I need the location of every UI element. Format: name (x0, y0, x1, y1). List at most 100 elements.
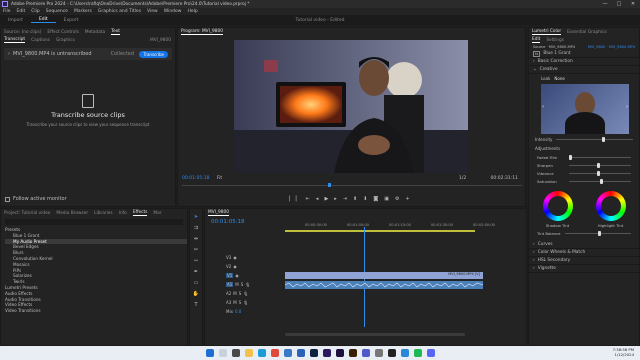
audio-clip[interactable] (285, 281, 483, 289)
eye-icon[interactable]: ◉ (235, 273, 239, 278)
fx-toggle-icon[interactable]: fx (533, 50, 541, 57)
step-forward-icon[interactable]: ▸ (334, 196, 337, 202)
mix-value[interactable]: 0.0 (235, 309, 241, 314)
color-wheels-section[interactable]: › Color Wheels & Match (529, 249, 639, 257)
menu-help[interactable]: Help (187, 9, 197, 14)
extract-icon[interactable]: ⬇ (363, 196, 367, 202)
step-back-icon[interactable]: ◂ (316, 196, 319, 202)
start-icon[interactable] (205, 349, 214, 357)
lumetri-sequence[interactable]: MVI_9800 · MVI_9800.MP4 (588, 45, 635, 49)
tab-text[interactable]: Text (111, 29, 120, 35)
tab-captions[interactable]: Captions (31, 38, 50, 43)
mic-icon[interactable]: 🎙 (243, 291, 248, 296)
follow-checkbox[interactable] (5, 196, 10, 202)
store-icon[interactable] (283, 349, 292, 357)
tab-essential-graphics[interactable]: Essential Graphics (567, 30, 607, 35)
go-to-out-icon[interactable]: ⇥ (343, 196, 347, 202)
menu-window[interactable]: Window (164, 9, 182, 14)
type-tool-icon[interactable]: T (194, 302, 197, 308)
premiere-icon[interactable] (322, 349, 331, 357)
menu-edit[interactable]: Edit (17, 9, 26, 14)
hsl-secondary-section[interactable]: › HSL Secondary (529, 257, 639, 265)
track-select-icon[interactable]: ⇉ (194, 225, 198, 231)
eye-icon[interactable]: ◉ (233, 264, 237, 269)
tab-lumetri-settings[interactable]: Settings (546, 38, 564, 43)
mute-icon[interactable]: M (233, 291, 236, 296)
adjustments-label[interactable]: Adjustments (529, 144, 639, 153)
work-area-bar[interactable] (285, 230, 475, 232)
close-button[interactable]: ✕ (626, 0, 640, 8)
look-dropdown[interactable]: None (554, 76, 564, 81)
basic-correction-section[interactable]: › Basic Correction (529, 58, 639, 66)
timeline-scrollbar[interactable] (285, 333, 465, 336)
vibrance-slider[interactable] (569, 170, 631, 176)
edge-icon[interactable] (257, 349, 266, 357)
mark-in-icon[interactable]: ▕ (286, 196, 290, 202)
tab-info[interactable]: Info (119, 211, 127, 216)
settings-icon[interactable] (374, 349, 383, 357)
fit-dropdown[interactable]: Fit (217, 176, 222, 181)
export-frame-icon[interactable]: ◙ (373, 196, 378, 202)
look-preview[interactable]: ‹ › (541, 84, 629, 134)
tab-transcript[interactable]: Transcript (4, 37, 26, 43)
tab-effect-controls[interactable]: Effect Controls (47, 30, 79, 35)
expand-icon[interactable]: › (8, 51, 10, 57)
playhead-bar[interactable] (182, 185, 522, 186)
rectangle-tool-icon[interactable]: ▭ (194, 280, 199, 286)
aftereffects-icon[interactable] (335, 349, 344, 357)
mute-icon[interactable]: M (235, 282, 238, 287)
illustrator-icon[interactable] (348, 349, 357, 357)
go-to-in-icon[interactable]: ⇤ (306, 196, 310, 202)
tab-source[interactable]: Source: (no clips) (4, 30, 41, 35)
solo-icon[interactable]: S (239, 300, 242, 305)
terminal-icon[interactable] (387, 349, 396, 357)
menu-markers[interactable]: Markers (74, 9, 92, 14)
task-view-icon[interactable] (231, 349, 240, 357)
mic-icon[interactable]: 🎙 (245, 282, 250, 287)
highlight-tint-wheel[interactable] (595, 191, 626, 221)
tab-libraries[interactable]: Libraries (94, 211, 113, 216)
ripple-edit-icon[interactable]: ⇹ (194, 236, 198, 242)
lift-icon[interactable]: ⬆ (353, 196, 357, 202)
tab-graphics[interactable]: Graphics (56, 38, 75, 43)
mark-out-icon[interactable]: ▏ (296, 196, 300, 202)
minimize-button[interactable]: — (598, 0, 612, 8)
preview-prev-icon[interactable]: ‹ (542, 104, 544, 110)
effects-search[interactable] (5, 219, 183, 225)
maximize-button[interactable]: □ (612, 0, 626, 8)
slip-tool-icon[interactable]: ⇿ (194, 258, 198, 264)
transcribe-button[interactable]: Transcribe (139, 50, 168, 58)
add-button-icon[interactable]: + (406, 196, 410, 202)
intensity-slider[interactable] (556, 137, 633, 142)
vignette-section[interactable]: › Vignette (529, 265, 639, 273)
photoshop-icon[interactable] (309, 349, 318, 357)
menu-graphics[interactable]: Graphics and Titles (98, 9, 141, 14)
spotify-icon[interactable] (413, 349, 422, 357)
settings-icon[interactable]: ⚙ (395, 196, 399, 202)
sequence-tab[interactable]: MVI_9800 (208, 210, 229, 216)
tray-clock[interactable]: 7:38:58 PM 1/12/2024 (613, 347, 634, 357)
tab-lumetri-color[interactable]: Lumetri Color (532, 29, 562, 35)
tint-balance-slider[interactable] (564, 231, 631, 236)
tab-project[interactable]: Project: Tutorial video (4, 211, 50, 216)
shadow-tint-wheel[interactable] (542, 191, 573, 221)
menu-clip[interactable]: Clip (31, 9, 40, 14)
pen-tool-icon[interactable]: ✒ (194, 269, 198, 275)
play-icon[interactable]: ▶ (324, 196, 328, 202)
tab-lumetri-edit[interactable]: Edit (532, 37, 541, 43)
teams-icon[interactable] (361, 349, 370, 357)
tab-media-browser[interactable]: Media Browser (56, 211, 88, 216)
vscode-icon[interactable] (400, 349, 409, 357)
comparison-view-icon[interactable]: ▣ (384, 196, 389, 202)
saturation-slider[interactable] (569, 178, 631, 184)
solo-icon[interactable]: S (239, 291, 242, 296)
sharpen-slider[interactable] (569, 162, 631, 168)
discord-icon[interactable] (426, 349, 435, 357)
mic-icon[interactable]: 🎙 (243, 300, 248, 305)
playhead-marker[interactable] (328, 183, 331, 187)
search-icon[interactable] (218, 349, 227, 357)
video-clip[interactable]: MVI_9800.MP4 [V] (285, 272, 483, 279)
menu-file[interactable]: File (3, 9, 11, 14)
mute-icon[interactable]: M (233, 300, 236, 305)
tab-metadata[interactable]: Metadata (85, 30, 105, 35)
